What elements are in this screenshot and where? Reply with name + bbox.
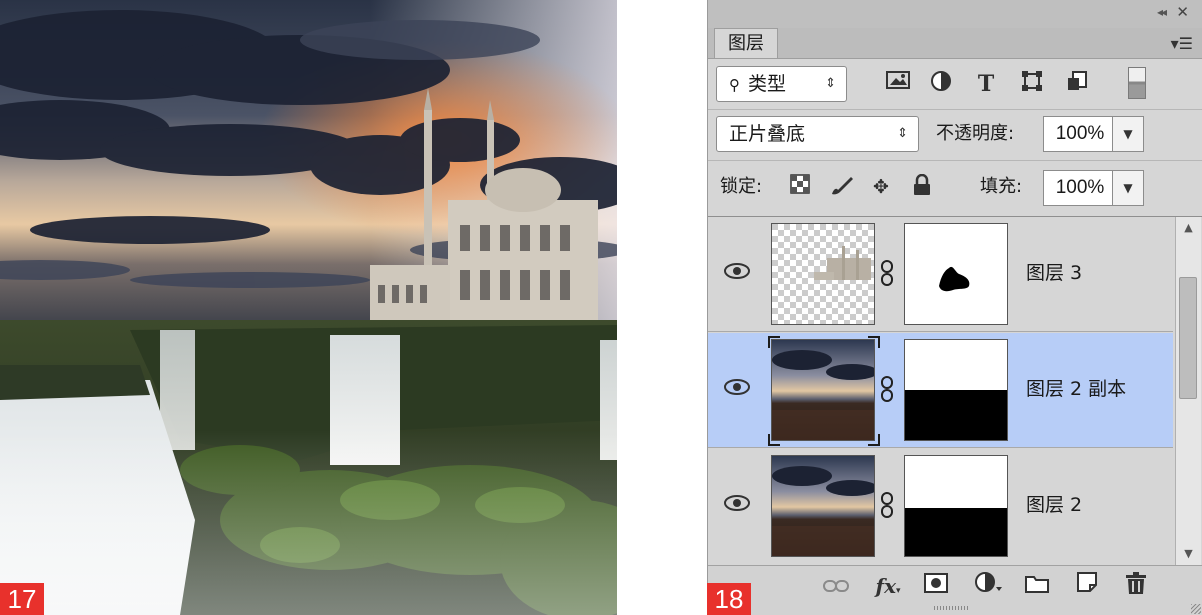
figure-number-badge: 18 bbox=[707, 583, 751, 615]
chevron-down-icon: ▼ bbox=[1123, 181, 1133, 195]
opacity-label: 不透明度: bbox=[936, 123, 1015, 144]
collapse-icon[interactable]: ◂◂ bbox=[1157, 5, 1167, 19]
type-filter-icon[interactable]: T bbox=[971, 70, 1001, 98]
smart-object-filter-icon[interactable] bbox=[1062, 70, 1092, 98]
new-group-icon[interactable] bbox=[1021, 571, 1053, 601]
delete-icon[interactable] bbox=[1120, 571, 1152, 601]
link-layers-icon[interactable] bbox=[820, 571, 852, 601]
layer-name[interactable]: 图层 2 bbox=[1026, 490, 1082, 520]
filter-row: ⚲ 类型 ⇕ T bbox=[708, 59, 1202, 110]
layer-thumbnail[interactable] bbox=[771, 455, 875, 557]
blend-row: 正片叠底 ⇕ 不透明度: 100% ▼ bbox=[708, 109, 1202, 161]
fill-dropdown-button[interactable]: ▼ bbox=[1112, 170, 1144, 206]
layer-name[interactable]: 图层 3 bbox=[1026, 258, 1082, 288]
layer-row-selected[interactable]: 图层 2 副本 bbox=[708, 333, 1173, 448]
selection-corner bbox=[768, 336, 780, 348]
fx-icon[interactable]: fx▾ bbox=[872, 571, 904, 601]
lock-position-icon[interactable]: ✥ bbox=[868, 174, 894, 200]
layer-mask-thumbnail[interactable] bbox=[904, 455, 1008, 557]
eye-icon[interactable] bbox=[722, 260, 752, 282]
layer-name[interactable]: 图层 2 副本 bbox=[1026, 374, 1126, 404]
layers-list: 图层 3 图层 2 副本 图层 2 bbox=[708, 217, 1173, 565]
mask-link-icon[interactable] bbox=[880, 491, 894, 519]
scroll-up-arrow-icon[interactable]: ▲ bbox=[1176, 217, 1201, 239]
filter-kind-select[interactable]: ⚲ 类型 ⇕ bbox=[716, 66, 847, 102]
add-mask-icon[interactable] bbox=[920, 571, 952, 601]
panel-menu-icon[interactable]: ▾☰ bbox=[1171, 34, 1193, 53]
filter-kind-label: 类型 bbox=[748, 73, 787, 95]
layer-mask-thumbnail[interactable] bbox=[904, 339, 1008, 441]
layers-scrollbar[interactable]: ▲ ▼ bbox=[1175, 217, 1201, 565]
adjustment-filter-icon[interactable] bbox=[926, 70, 956, 98]
mask-link-icon[interactable] bbox=[880, 375, 894, 403]
panel-tab-row: 图层 ▾☰ bbox=[708, 28, 1202, 59]
blend-mode-value: 正片叠底 bbox=[729, 123, 806, 145]
fill-input[interactable]: 100% bbox=[1043, 170, 1117, 206]
image-filter-icon[interactable] bbox=[883, 70, 913, 98]
composite-photo bbox=[0, 0, 617, 615]
layer-mask-thumbnail[interactable] bbox=[904, 223, 1008, 325]
updown-arrows-icon: ⇕ bbox=[825, 76, 836, 91]
figure-number-badge: 17 bbox=[0, 583, 44, 615]
selection-corner bbox=[768, 434, 780, 446]
selection-corner bbox=[868, 336, 880, 348]
opacity-dropdown-button[interactable]: ▼ bbox=[1112, 116, 1144, 152]
panel-title-bar[interactable]: ◂◂ ✕ bbox=[708, 0, 1202, 29]
resize-grip-icon[interactable] bbox=[1191, 604, 1201, 614]
tab-layers[interactable]: 图层 bbox=[714, 28, 778, 58]
layer-row[interactable]: 图层 2 bbox=[708, 449, 1173, 564]
adjustment-layer-icon[interactable] bbox=[972, 571, 1004, 601]
selection-corner bbox=[868, 434, 880, 446]
layers-panel: ◂◂ ✕ 图层 ▾☰ ⚲ 类型 ⇕ T 正片叠底 ⇕ 不透明度: 100% ▼ … bbox=[707, 0, 1202, 615]
panel-grip[interactable] bbox=[934, 606, 970, 610]
scroll-down-arrow-icon[interactable]: ▼ bbox=[1176, 543, 1201, 565]
fill-label: 填充: bbox=[980, 176, 1023, 197]
layer-row[interactable]: 图层 3 bbox=[708, 217, 1173, 332]
layer-thumbnail[interactable] bbox=[771, 223, 875, 325]
search-icon: ⚲ bbox=[729, 76, 740, 94]
chevron-down-icon: ▼ bbox=[1123, 127, 1133, 141]
close-icon[interactable]: ✕ bbox=[1176, 3, 1189, 21]
eye-icon[interactable] bbox=[722, 376, 752, 398]
shape-filter-icon[interactable] bbox=[1017, 70, 1047, 98]
updown-arrows-icon: ⇕ bbox=[897, 126, 908, 141]
mask-link-icon[interactable] bbox=[880, 259, 894, 287]
scroll-thumb[interactable] bbox=[1179, 277, 1197, 399]
lock-all-icon[interactable] bbox=[909, 173, 935, 200]
blend-mode-select[interactable]: 正片叠底 ⇕ bbox=[716, 116, 919, 152]
panel-bottom-bar: fx▾ bbox=[708, 565, 1202, 615]
new-layer-icon[interactable] bbox=[1071, 571, 1103, 601]
lock-row: 锁定: ✥ 填充: 100% ▼ bbox=[708, 160, 1202, 217]
filter-toggle-switch[interactable] bbox=[1128, 67, 1146, 99]
lock-transparent-pixels-icon[interactable] bbox=[787, 174, 813, 200]
eye-icon[interactable] bbox=[722, 492, 752, 514]
layer-thumbnail[interactable] bbox=[771, 339, 875, 441]
lock-label: 锁定: bbox=[720, 176, 763, 197]
lock-image-pixels-icon[interactable] bbox=[829, 174, 855, 200]
opacity-input[interactable]: 100% bbox=[1043, 116, 1117, 152]
